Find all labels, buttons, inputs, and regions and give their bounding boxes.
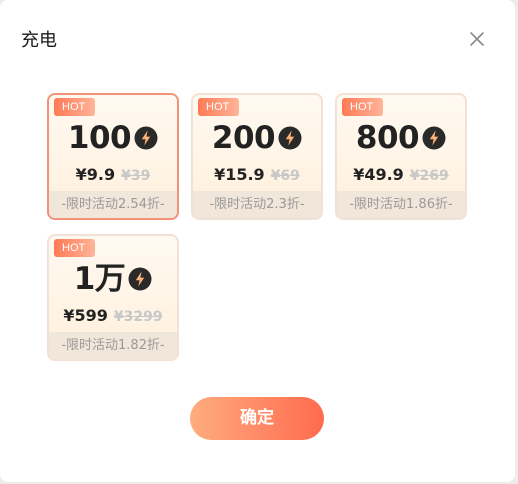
dialog-title: 充电: [21, 30, 57, 51]
amount-row: 100: [49, 119, 177, 157]
price-row: ¥15.9 ¥69: [193, 165, 321, 187]
package-card-800[interactable]: HOT 800 ¥49.9 ¥269 -限时活动1.86折-: [335, 93, 467, 220]
lightning-bolt-icon: [134, 126, 158, 150]
promo-label: -限时活动2.3折-: [193, 191, 321, 218]
original-price: ¥69: [270, 168, 300, 184]
hot-badge: HOT: [54, 98, 95, 116]
sale-price: ¥49.9: [353, 165, 404, 184]
sale-price: ¥9.9: [75, 165, 116, 184]
original-price: ¥269: [409, 168, 449, 184]
price-row: ¥9.9 ¥39: [49, 165, 177, 187]
promo-label: -限时活动2.54折-: [49, 191, 177, 218]
hot-badge: HOT: [54, 239, 95, 257]
lightning-bolt-icon: [128, 267, 152, 291]
price-row: ¥49.9 ¥269: [337, 165, 465, 187]
hot-badge: HOT: [342, 98, 383, 116]
promo-label: -限时活动1.86折-: [337, 191, 465, 218]
amount-row: 800: [337, 119, 465, 157]
close-icon[interactable]: [468, 30, 486, 48]
sale-price: ¥599: [63, 306, 108, 325]
package-amount: 1万: [73, 261, 126, 297]
recharge-dialog: 充电 HOT 100 ¥9.9 ¥39 -限时活动2.54折- HOT 200: [0, 0, 515, 482]
confirm-button[interactable]: 确定: [190, 397, 324, 440]
promo-label: -限时活动1.82折-: [49, 332, 177, 359]
package-amount: 200: [211, 120, 276, 156]
original-price: ¥3299: [113, 309, 163, 325]
sale-price: ¥15.9: [214, 165, 265, 184]
price-row: ¥599 ¥3299: [49, 306, 177, 328]
package-card-200[interactable]: HOT 200 ¥15.9 ¥69 -限时活动2.3折-: [191, 93, 323, 220]
lightning-bolt-icon: [422, 126, 446, 150]
lightning-bolt-icon: [278, 126, 302, 150]
hot-badge: HOT: [198, 98, 239, 116]
package-amount: 800: [355, 120, 420, 156]
amount-row: 200: [193, 119, 321, 157]
package-amount: 100: [67, 120, 132, 156]
original-price: ¥39: [121, 168, 151, 184]
package-card-100[interactable]: HOT 100 ¥9.9 ¥39 -限时活动2.54折-: [47, 93, 179, 220]
amount-row: 1万: [49, 260, 177, 298]
package-card-10k[interactable]: HOT 1万 ¥599 ¥3299 -限时活动1.82折-: [47, 234, 179, 361]
